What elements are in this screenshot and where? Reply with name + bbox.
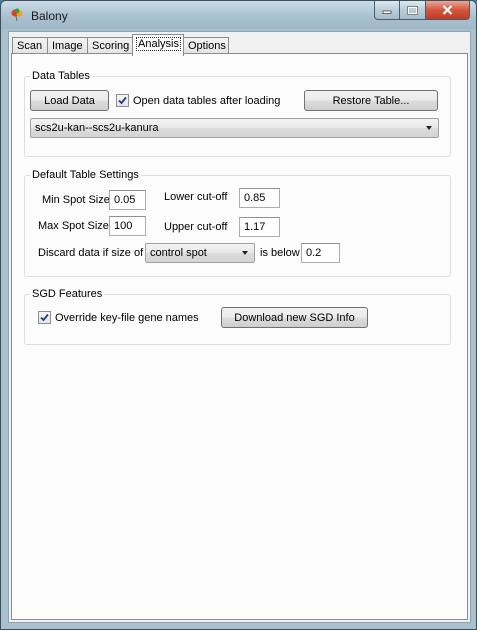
data-tables-group: Data Tables Load Data Open data tables a… [24,70,451,157]
lower-cutoff-label: Lower cut-off [164,191,228,203]
minimize-button[interactable] [374,1,400,20]
override-gene-names-checkbox[interactable] [38,311,51,324]
override-gene-names-label: Override key-file gene names [55,312,199,324]
open-after-loading-label: Open data tables after loading [133,95,281,107]
app-window: Balony Scan Image Scoring Analysis Optio… [0,0,477,630]
max-spot-size-label: Max Spot Size [38,220,109,232]
checkmark-icon [118,96,127,105]
close-icon [442,5,453,15]
open-after-loading-checkbox[interactable] [116,94,129,107]
download-sgd-info-button[interactable]: Download new SGD Info [221,307,368,328]
sgd-features-title: SGD Features [30,288,105,300]
close-button[interactable] [426,1,470,20]
data-tables-title: Data Tables [30,70,92,82]
max-spot-size-input[interactable]: 100 [109,216,146,236]
load-data-button[interactable]: Load Data [30,90,109,111]
analysis-panel: Data Tables Load Data Open data tables a… [11,53,468,620]
tab-image-label: Image [52,40,83,52]
discard-size-select[interactable]: control spot [145,243,255,263]
minimize-icon [382,10,392,14]
default-settings-group: Default Table Settings Min Spot Size 0.0… [24,169,451,277]
is-below-label: is below [260,247,300,259]
restore-table-button[interactable]: Restore Table... [304,90,438,111]
tab-analysis-label: Analysis [136,37,181,51]
data-table-select[interactable]: scs2u-kan--scs2u-kanura [30,118,439,138]
tab-options-label: Options [188,40,226,52]
chevron-down-icon [242,251,248,255]
min-spot-size-input[interactable]: 0.05 [109,190,146,210]
checkmark-icon [40,313,49,322]
upper-cutoff-input[interactable]: 1.17 [239,217,280,237]
sgd-features-group: SGD Features Override key-file gene name… [24,288,451,345]
caption-buttons [374,1,470,20]
is-below-input[interactable]: 0.2 [301,243,340,263]
window-title: Balony [31,9,68,23]
balloon-app-icon [11,8,23,22]
min-spot-size-label: Min Spot Size [42,194,110,206]
tab-analysis[interactable]: Analysis [132,34,184,56]
tab-scan-label: Scan [17,40,43,52]
lower-cutoff-input[interactable]: 0.85 [239,188,280,208]
client-area: Scan Image Scoring Analysis Options Data… [8,31,471,623]
discard-size-select-value: control spot [150,247,207,259]
maximize-button[interactable] [400,1,426,20]
maximize-icon [407,5,418,15]
chevron-down-icon [426,126,432,130]
upper-cutoff-label: Upper cut-off [164,221,228,233]
default-settings-title: Default Table Settings [30,169,141,181]
discard-data-label: Discard data if size of [38,247,144,259]
title-bar[interactable]: Balony [1,1,476,29]
data-table-select-value: scs2u-kan--scs2u-kanura [35,122,159,134]
tab-scoring-label: Scoring [92,40,130,52]
